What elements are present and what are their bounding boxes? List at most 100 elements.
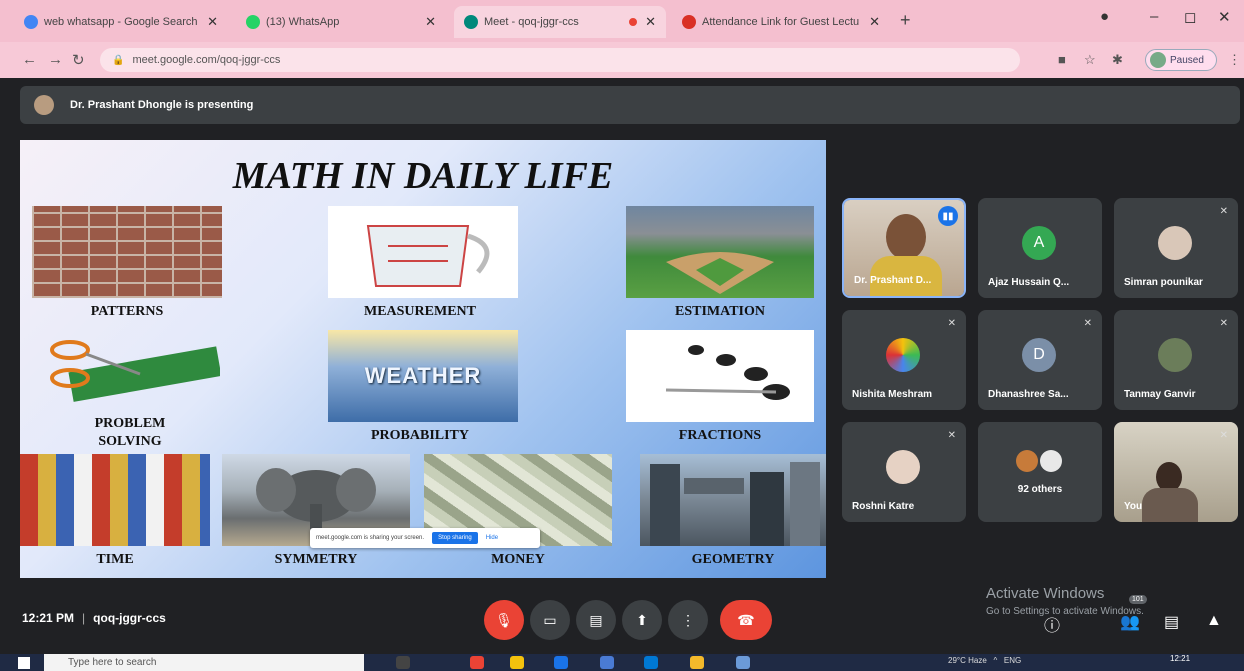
mic-off-icon: ✕: [947, 318, 956, 329]
info-icon[interactable]: ⓘ: [1044, 612, 1060, 636]
chat-icon[interactable]: ▤: [1164, 612, 1179, 632]
mic-off-icon: ✕: [947, 430, 956, 441]
participant-tile[interactable]: ✕ D Dhanashree Sa...: [978, 310, 1102, 410]
edge-icon[interactable]: [554, 656, 568, 669]
measuring-spoons-icon: [665, 345, 790, 400]
new-tab-icon[interactable]: +: [900, 10, 911, 31]
participant-name: Nishita Meshram: [852, 389, 933, 400]
whatsapp-icon: [246, 15, 260, 29]
record-icon[interactable]: ●: [1100, 8, 1109, 25]
participant-name: Tanmay Ganvir: [1124, 389, 1196, 400]
patterns-image: [32, 206, 222, 298]
scissors-icon: [50, 340, 222, 402]
store-icon[interactable]: [600, 656, 614, 669]
participant-name: Dr. Prashant D...: [854, 275, 932, 286]
people-icon[interactable]: 👥: [1120, 612, 1140, 632]
leave-call-button[interactable]: ☎: [720, 600, 772, 640]
close-icon[interactable]: ✕: [645, 14, 656, 30]
avatar: [1040, 450, 1062, 472]
participant-tile[interactable]: ✕ Nishita Meshram: [842, 310, 966, 410]
time-image: [20, 454, 210, 546]
meeting-code: qoq-jggr-ccs: [93, 611, 166, 625]
back-icon[interactable]: ←: [22, 51, 37, 68]
tab-google-search[interactable]: web whatsapp - Google Search ✕: [14, 6, 228, 38]
reload-icon[interactable]: ↻: [72, 51, 85, 69]
caption-problem: PROBLEM: [94, 416, 166, 431]
close-window-icon[interactable]: ✕: [1218, 8, 1231, 26]
tab-whatsapp[interactable]: (13) WhatsApp ✕: [236, 6, 446, 38]
more-options-button[interactable]: ⋮: [668, 600, 708, 640]
measuring-cup-icon: [366, 225, 490, 287]
caption-money: MONEY: [491, 552, 545, 567]
url-field[interactable]: 🔒 meet.google.com/qoq-jggr-ccs: [100, 48, 1020, 72]
camera-toggle-button[interactable]: ▭: [530, 600, 570, 640]
hide-button[interactable]: Hide: [486, 535, 498, 541]
others-tile[interactable]: 92 others: [978, 422, 1102, 522]
stop-sharing-button[interactable]: Stop sharing: [432, 532, 478, 544]
menu-icon[interactable]: ⋮: [1228, 52, 1241, 68]
participant-tile[interactable]: ▮▮ Dr. Prashant D...: [842, 198, 966, 298]
slide-title: MATH IN DAILY LIFE: [232, 155, 614, 197]
caption-patterns: PATTERNS: [90, 304, 164, 319]
caption-fractions: FRACTIONS: [678, 428, 762, 443]
folder-icon[interactable]: [690, 656, 704, 669]
caption-time: TIME: [96, 552, 134, 567]
app-icon[interactable]: [510, 656, 524, 669]
tab-attendance[interactable]: Attendance Link for Guest Lectu ✕: [672, 6, 890, 38]
close-icon[interactable]: ✕: [207, 14, 218, 30]
avatar: D: [1022, 338, 1056, 372]
forward-icon[interactable]: →: [48, 51, 63, 68]
participant-tile[interactable]: ✕ Simran pounikar: [1114, 198, 1238, 298]
weather-text: WEATHER: [364, 363, 482, 388]
photos-icon[interactable]: [736, 656, 750, 669]
presenting-bar: Dr. Prashant Dhongle is presenting: [20, 86, 1240, 124]
mic-off-icon: ✕: [1219, 318, 1228, 329]
tab-label: Meet - qoq-jggr-ccs: [484, 16, 579, 28]
taskbar-search[interactable]: Type here to search: [44, 654, 364, 671]
profile-label: Paused: [1170, 54, 1204, 66]
close-icon[interactable]: ✕: [425, 14, 436, 30]
self-view-tile[interactable]: ✕ You: [1114, 422, 1238, 522]
weather-image: WEATHER: [328, 330, 518, 422]
camera-icon[interactable]: ■: [1058, 52, 1066, 67]
measurement-image: [328, 206, 518, 298]
screen-share-banner: meet.google.com is sharing your screen. …: [310, 528, 540, 548]
tray-weather: 29°C Haze ^ ENG: [948, 656, 1022, 665]
tab-label: (13) WhatsApp: [266, 16, 340, 28]
weather-text: 29°C Haze: [948, 656, 987, 665]
shirt-shape: [1142, 488, 1198, 522]
tab-meet[interactable]: Meet - qoq-jggr-ccs ✕: [454, 6, 666, 38]
caption-geometry: GEOMETRY: [691, 552, 775, 567]
chrome-icon[interactable]: [470, 656, 484, 669]
maximize-icon[interactable]: ◻: [1184, 8, 1196, 26]
share-banner-text: meet.google.com is sharing your screen.: [316, 535, 425, 541]
mic-off-icon: 🎙: [495, 611, 513, 628]
windows-start-icon[interactable]: [18, 657, 30, 669]
participant-tile[interactable]: ✕ Roshni Katre: [842, 422, 966, 522]
mail-icon[interactable]: [644, 656, 658, 669]
presenting-text: Dr. Prashant Dhongle is presenting: [70, 99, 254, 111]
profile-paused-button[interactable]: Paused: [1145, 49, 1217, 71]
captions-button[interactable]: ▤: [576, 600, 616, 640]
minimize-icon[interactable]: –: [1150, 8, 1158, 25]
task-view-icon[interactable]: [396, 656, 410, 669]
mic-toggle-button[interactable]: 🎙: [484, 600, 524, 640]
extensions-icon[interactable]: ✱: [1112, 52, 1123, 68]
participant-tile[interactable]: ✕ Tanmay Ganvir: [1114, 310, 1238, 410]
meet-icon: [464, 15, 478, 29]
present-icon: ⬆: [636, 611, 648, 628]
close-icon[interactable]: ✕: [869, 14, 880, 30]
participant-name: Ajaz Hussain Q...: [988, 277, 1070, 288]
activities-icon[interactable]: ▲: [1206, 612, 1222, 630]
hangup-icon: ☎: [737, 611, 755, 628]
caption-estimation: ESTIMATION: [675, 304, 765, 319]
tab-label: Attendance Link for Guest Lectu: [702, 16, 860, 28]
address-bar-row: ← → ↻ 🔒 meet.google.com/qoq-jggr-ccs ■ ☆…: [0, 42, 1244, 78]
mic-off-icon: ✕: [1219, 430, 1228, 441]
present-button[interactable]: ⬆: [622, 600, 662, 640]
gmail-icon: [682, 15, 696, 29]
participant-tile[interactable]: A Ajaz Hussain Q...: [978, 198, 1102, 298]
star-icon[interactable]: ☆: [1084, 52, 1096, 68]
captions-icon: ▤: [589, 611, 603, 628]
geometry-image: [640, 454, 826, 546]
